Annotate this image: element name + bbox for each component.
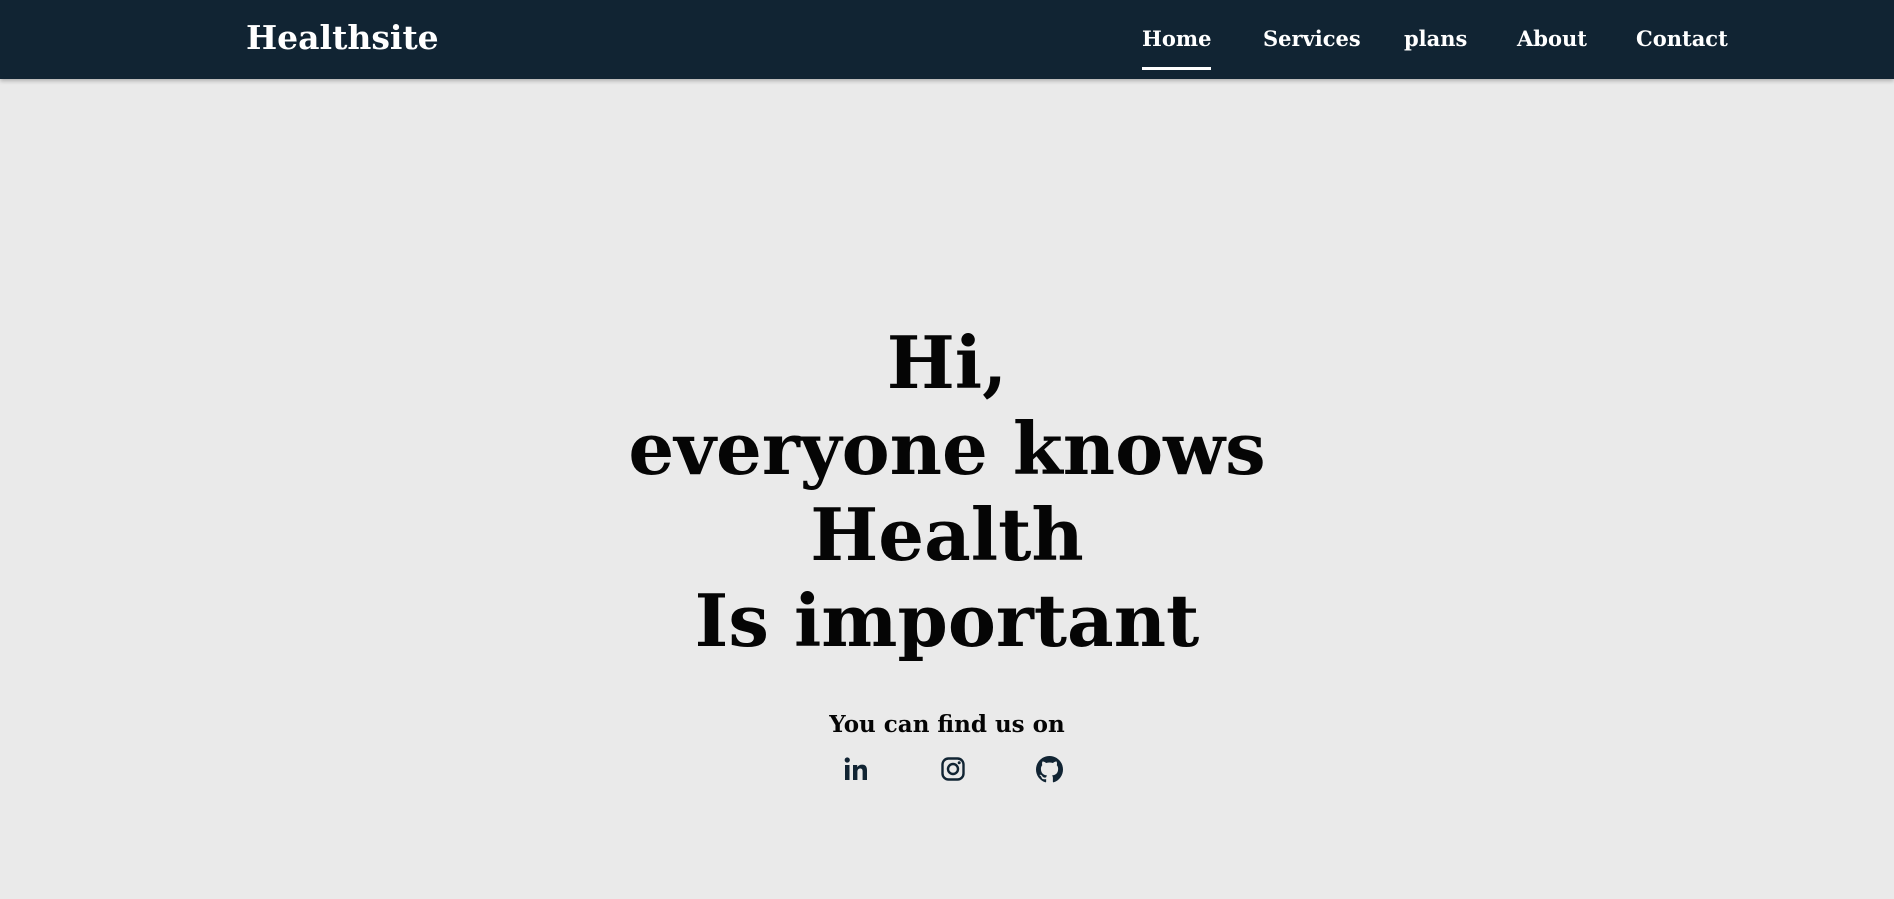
- linkedin-icon[interactable]: [842, 755, 870, 783]
- hero-line-1: Hi,: [886, 320, 1008, 405]
- github-icon[interactable]: [1035, 755, 1063, 783]
- find-us-heading: You can find us on: [829, 711, 1065, 738]
- nav-plans[interactable]: plans: [1404, 26, 1467, 52]
- hero-line-3: Health: [810, 492, 1084, 577]
- nav-contact[interactable]: Contact: [1636, 26, 1728, 52]
- nav-services[interactable]: Services: [1263, 26, 1361, 52]
- hero-heading: Hi, everyone knows Health Is important: [0, 320, 1894, 664]
- navbar: Healthsite Home Services plans About Con…: [0, 0, 1894, 79]
- brand-logo[interactable]: Healthsite: [246, 18, 439, 58]
- hero-line-4: Is important: [694, 578, 1200, 663]
- hero-line-2: everyone knows: [628, 406, 1266, 491]
- nav-home[interactable]: Home: [1142, 26, 1212, 70]
- nav-about[interactable]: About: [1517, 26, 1587, 52]
- instagram-icon[interactable]: [939, 755, 967, 783]
